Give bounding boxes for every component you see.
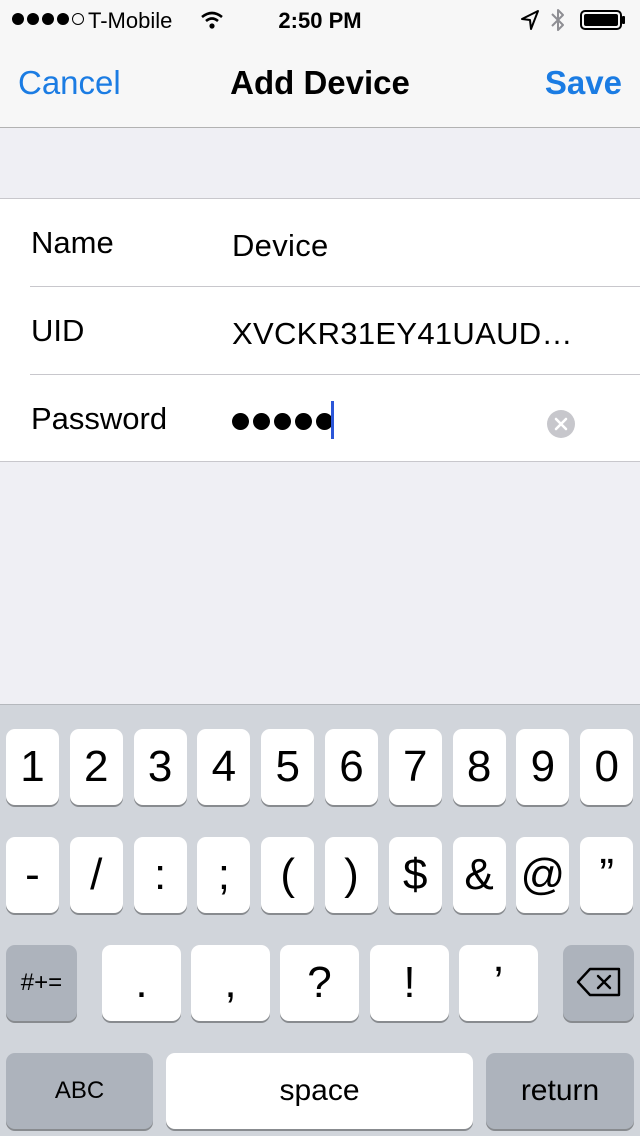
- name-field[interactable]: Device: [232, 228, 329, 264]
- cancel-button[interactable]: Cancel: [18, 64, 121, 102]
- password-mask-dot: [232, 413, 249, 430]
- key-symbol[interactable]: @: [516, 837, 570, 913]
- bluetooth-icon: [550, 7, 566, 39]
- key-punctuation[interactable]: ?: [280, 945, 359, 1021]
- key-symbol[interactable]: ”: [580, 837, 634, 913]
- space-key[interactable]: space: [166, 1053, 473, 1129]
- symbols-toggle-key[interactable]: #+=: [6, 945, 77, 1021]
- key-punctuation[interactable]: !: [370, 945, 449, 1021]
- form-row-name[interactable]: Name Device: [0, 199, 640, 287]
- key-punctuation[interactable]: ’: [459, 945, 538, 1021]
- key-punctuation[interactable]: .: [102, 945, 181, 1021]
- key-4[interactable]: 4: [197, 729, 251, 805]
- password-mask-dot: [274, 413, 291, 430]
- key-symbol[interactable]: -: [6, 837, 59, 913]
- key-0[interactable]: 0: [580, 729, 634, 805]
- key-symbol[interactable]: /: [69, 837, 123, 913]
- key-6[interactable]: 6: [325, 729, 378, 805]
- delete-key[interactable]: [563, 945, 634, 1021]
- key-8[interactable]: 8: [452, 729, 506, 805]
- backspace-icon: [576, 958, 622, 1008]
- status-bar: T-Mobile 2:50 PM: [0, 0, 640, 40]
- clear-text-icon[interactable]: [547, 410, 575, 438]
- password-mask-dot: [253, 413, 270, 430]
- key-symbol[interactable]: ): [325, 837, 378, 913]
- form-row-uid[interactable]: UID XVCKR31EY41UAUD…: [0, 287, 640, 375]
- password-label: Password: [31, 401, 168, 436]
- numeric-keyboard: 1 2 3 4 5 6 7 8 9 0 - /:;() $ & @” #+=.,?!’ ABC space retu…: [0, 704, 640, 1136]
- return-key[interactable]: return: [486, 1053, 634, 1129]
- key-3[interactable]: 3: [133, 729, 187, 805]
- key-symbol[interactable]: :: [133, 837, 187, 913]
- uid-field[interactable]: XVCKR31EY41UAUD…: [232, 316, 573, 352]
- key-5[interactable]: 5: [261, 729, 315, 805]
- status-time: 2:50 PM: [278, 8, 362, 33]
- key-symbol[interactable]: &: [452, 837, 506, 913]
- password-field[interactable]: [232, 413, 333, 430]
- key-9[interactable]: 9: [516, 729, 570, 805]
- key-2[interactable]: 2: [69, 729, 123, 805]
- location-arrow-icon: [520, 9, 540, 37]
- battery-icon: [580, 10, 626, 30]
- text-caret: [331, 401, 334, 439]
- name-label: Name: [31, 225, 114, 260]
- abc-toggle-key[interactable]: ABC: [6, 1053, 153, 1129]
- navigation-bar: Cancel Add Device Save: [0, 40, 640, 128]
- key-punctuation[interactable]: ,: [191, 945, 270, 1021]
- key-1[interactable]: 1: [6, 729, 59, 805]
- key-7[interactable]: 7: [388, 729, 442, 805]
- save-button[interactable]: Save: [545, 64, 622, 102]
- key-symbol[interactable]: ;: [197, 837, 251, 913]
- uid-label: UID: [31, 313, 85, 348]
- device-form: Name Device UID XVCKR31EY41UAUD… Passwor…: [0, 198, 640, 462]
- password-mask-dot: [295, 413, 312, 430]
- form-row-password[interactable]: Password: [0, 375, 640, 463]
- key-symbol[interactable]: $: [388, 837, 442, 913]
- key-symbol[interactable]: (: [261, 837, 315, 913]
